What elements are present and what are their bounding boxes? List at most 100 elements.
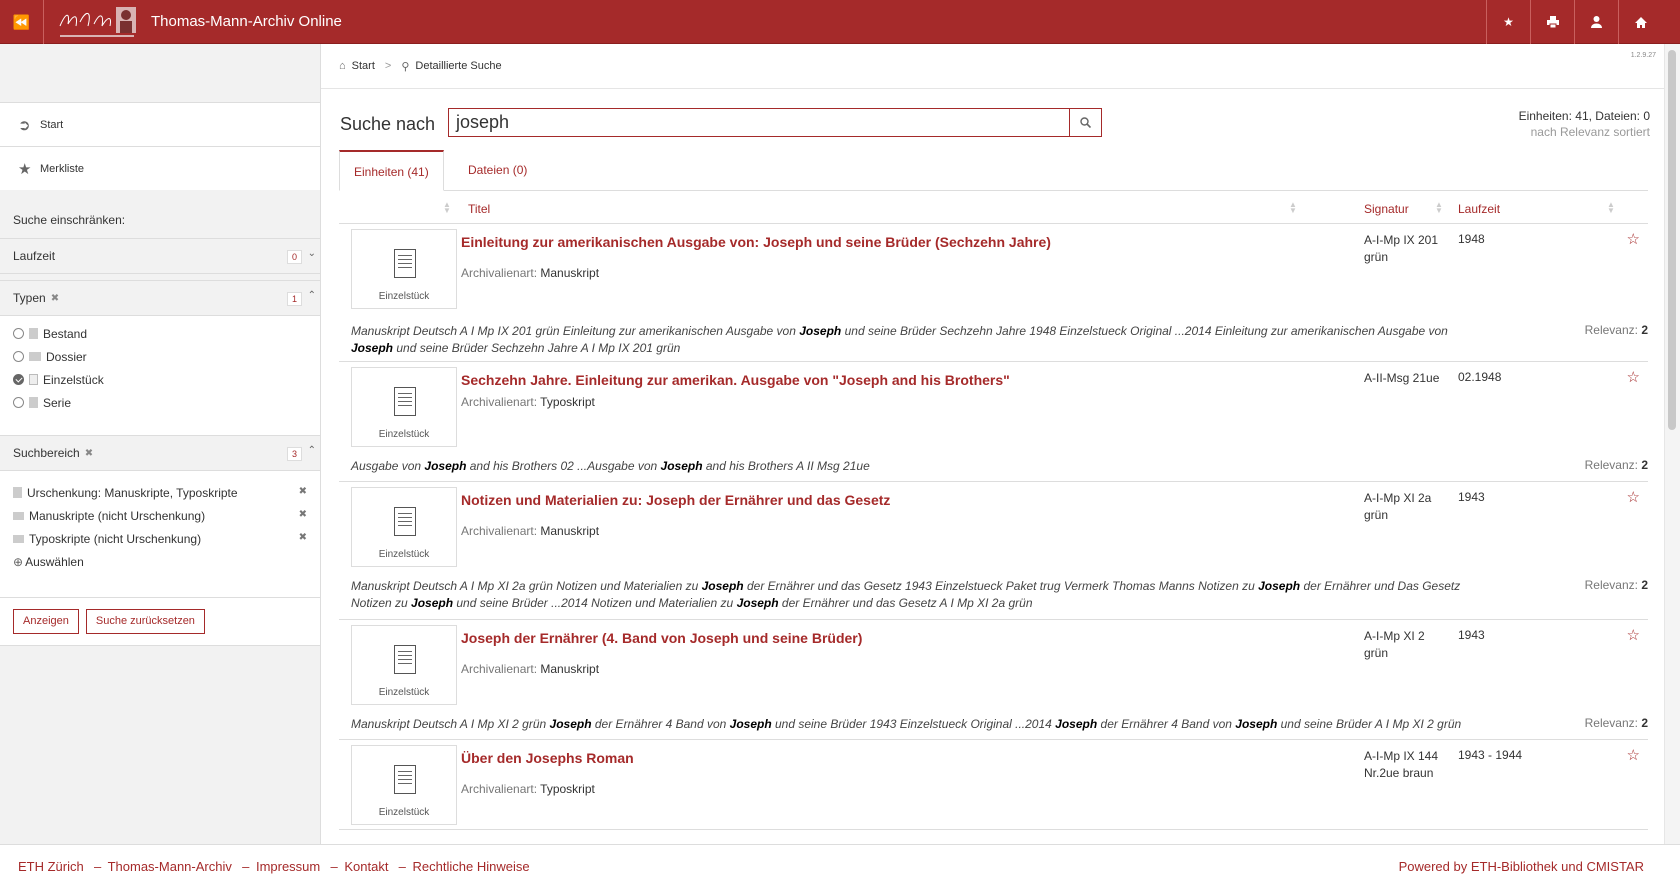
user-button[interactable] <box>1574 0 1618 44</box>
result-row: Einzelstück Einleitung zur amerikanischen… <box>339 224 1648 362</box>
bookmark-star-icon[interactable]: ☆ <box>1627 488 1640 506</box>
sort-icon[interactable]: ▲ ▼ <box>1435 201 1443 215</box>
result-title-link[interactable]: Joseph der Ernährer (4. Band von Joseph … <box>461 630 862 646</box>
highlight-term: Joseph <box>351 341 394 355</box>
sidebar-item-merkliste[interactable]: ★ Merkliste <box>0 146 320 190</box>
column-title[interactable]: Titel <box>468 202 490 216</box>
remove-icon[interactable]: ✖ <box>299 532 307 543</box>
result-type-value: Typoskript <box>540 395 595 409</box>
typen-option-label: Einzelstück <box>43 372 104 387</box>
bookmark-star-icon[interactable]: ☆ <box>1627 626 1640 644</box>
sort-icon[interactable]: ▲ ▼ <box>443 201 451 215</box>
typen-option[interactable]: Dossier <box>13 345 307 368</box>
search-button[interactable] <box>1069 108 1102 137</box>
result-type-value: Manuskript <box>540 662 600 676</box>
collapse-sidebar-button[interactable]: ⏪ <box>0 0 44 44</box>
bookmark-star-icon[interactable]: ☆ <box>1627 746 1640 764</box>
bookmark-star-icon[interactable]: ☆ <box>1627 230 1640 248</box>
highlight-term: Joseph <box>411 596 454 610</box>
result-relevance: Relevanz: 2 <box>1584 323 1648 337</box>
result-title-link[interactable]: Sechzehn Jahre. Einleitung zur amerikan.… <box>461 372 1010 388</box>
typen-option[interactable]: Serie <box>13 391 307 414</box>
result-type: Archivalienart: Manuskript <box>461 266 600 280</box>
footer-links: ETH Zürich – Thomas-Mann-Archiv – Impres… <box>18 859 533 874</box>
scrollbar-thumb[interactable] <box>1668 50 1676 430</box>
footer-link-impressum[interactable]: Impressum <box>256 859 320 874</box>
facet-typen[interactable]: Typen ✖ 1 ⌃ <box>0 280 320 316</box>
bestand-icon <box>13 487 22 498</box>
sort-order-text[interactable]: nach Relevanz sortiert <box>1519 124 1650 140</box>
suchbereich-item: Urschenkung: Manuskripte, Typoskripte ✖ <box>13 481 307 504</box>
remove-icon[interactable]: ✖ <box>299 486 307 497</box>
sidebar-merkliste-label: Merkliste <box>40 162 85 175</box>
powered-by[interactable]: Powered by ETH-Bibliothek und CMISTAR <box>1399 859 1644 874</box>
footer-link-kontakt[interactable]: Kontakt <box>344 859 388 874</box>
merkliste-button[interactable]: ★ <box>1486 0 1530 44</box>
result-snippet: Ausgabe von Joseph and his Brothers 02 .… <box>351 459 870 473</box>
tab-einheiten[interactable]: Einheiten (41) <box>339 150 444 191</box>
typen-option[interactable]: Einzelstück <box>13 368 307 391</box>
sidebar-buttons: Anzeigen Suche zurücksetzen <box>0 597 320 646</box>
column-date[interactable]: Laufzeit <box>1458 202 1500 216</box>
version-label: 1.2.9.27 <box>1630 52 1656 59</box>
radio-button[interactable] <box>13 397 24 408</box>
search-input[interactable]: joseph <box>448 108 1070 137</box>
home-button[interactable] <box>1618 0 1662 44</box>
remove-icon[interactable]: ✖ <box>299 509 307 520</box>
result-signature: A-I-Mp XI 2 grün <box>1364 629 1425 660</box>
result-thumbnail[interactable]: Einzelstück <box>351 487 457 567</box>
result-thumbnail[interactable]: Einzelstück <box>351 745 457 825</box>
facet-laufzeit[interactable]: Laufzeit 0 ⌄ <box>0 238 320 274</box>
chevron-down-icon: ⌄ <box>307 248 316 259</box>
footer-separator: – <box>238 859 250 874</box>
highlight-term: Joseph <box>424 459 467 473</box>
clear-filter-icon[interactable]: ✖ <box>51 293 59 304</box>
sort-icon[interactable]: ▲ ▼ <box>1289 201 1297 215</box>
search-icon: ⚲ <box>401 60 410 73</box>
chevron-up-icon: ⌃ <box>307 445 316 456</box>
radio-button[interactable] <box>13 351 24 362</box>
show-button[interactable]: Anzeigen <box>13 609 79 634</box>
radio-button[interactable] <box>13 328 24 339</box>
suchbereich-add[interactable]: ⊕ Auswählen <box>13 550 307 573</box>
tab-dateien[interactable]: Dateien (0) <box>454 150 541 191</box>
facet-laufzeit-label: Laufzeit <box>13 249 56 263</box>
double-chevron-left-icon: ⏪ <box>12 13 31 30</box>
result-date: 02.1948 <box>1458 370 1502 384</box>
result-thumbnail[interactable]: Einzelstück <box>351 229 457 309</box>
result-title-link[interactable]: Notizen und Materialien zu: Joseph der E… <box>461 492 890 508</box>
sidebar-item-start[interactable]: ➲ Start <box>0 102 320 146</box>
relevance-value: 2 <box>1641 458 1648 472</box>
footer-link-eth[interactable]: ETH Zürich <box>18 859 84 874</box>
sort-icon[interactable]: ▲ ▼ <box>1607 201 1615 215</box>
sidebar: ➲ Start ★ Merkliste Suche einschränken: La… <box>0 44 321 844</box>
result-snippet: Manuskript Deutsch A I Mp IX 201 grün Ei… <box>351 324 1448 355</box>
result-type: Archivalienart: Typoskript <box>461 782 595 796</box>
reset-search-button[interactable]: Suche zurücksetzen <box>85 609 205 634</box>
breadcrumb: ⌂ Start > ⚲ Detaillierte Suche <box>321 44 1664 89</box>
typen-option-label: Serie <box>43 395 72 410</box>
typen-option[interactable]: Bestand <box>13 322 307 345</box>
relevance-value: 2 <box>1641 578 1648 592</box>
result-type-value: Typoskript <box>540 782 595 796</box>
radio-button-checked[interactable] <box>13 374 24 385</box>
document-icon <box>29 374 38 385</box>
clear-filter-icon[interactable]: ✖ <box>85 448 93 459</box>
document-icon <box>394 645 416 674</box>
bookmark-star-icon[interactable]: ☆ <box>1627 368 1640 386</box>
series-icon <box>29 397 38 408</box>
breadcrumb-start[interactable]: Start <box>352 60 375 72</box>
footer-link-legal[interactable]: Rechtliche Hinweise <box>413 859 530 874</box>
result-title-link[interactable]: Über den Josephs Roman <box>461 750 634 766</box>
column-signature[interactable]: Signatur <box>1364 202 1409 216</box>
back-circle-icon: ➲ <box>18 116 31 134</box>
top-bar: ⏪ Thomas-Mann-Archiv Online ★ <box>0 0 1680 44</box>
archive-logo[interactable] <box>56 4 144 40</box>
footer-link-tma[interactable]: Thomas-Mann-Archiv <box>108 859 232 874</box>
result-title-link[interactable]: Einleitung zur amerikanischen Ausgabe vo… <box>461 234 1051 250</box>
facet-suchbereich[interactable]: Suchbereich ✖ 3 ⌃ <box>0 435 320 471</box>
result-thumbnail[interactable]: Einzelstück <box>351 625 457 705</box>
print-button[interactable] <box>1530 0 1574 44</box>
highlight-term: Joseph <box>799 324 842 338</box>
result-thumbnail[interactable]: Einzelstück <box>351 367 457 447</box>
